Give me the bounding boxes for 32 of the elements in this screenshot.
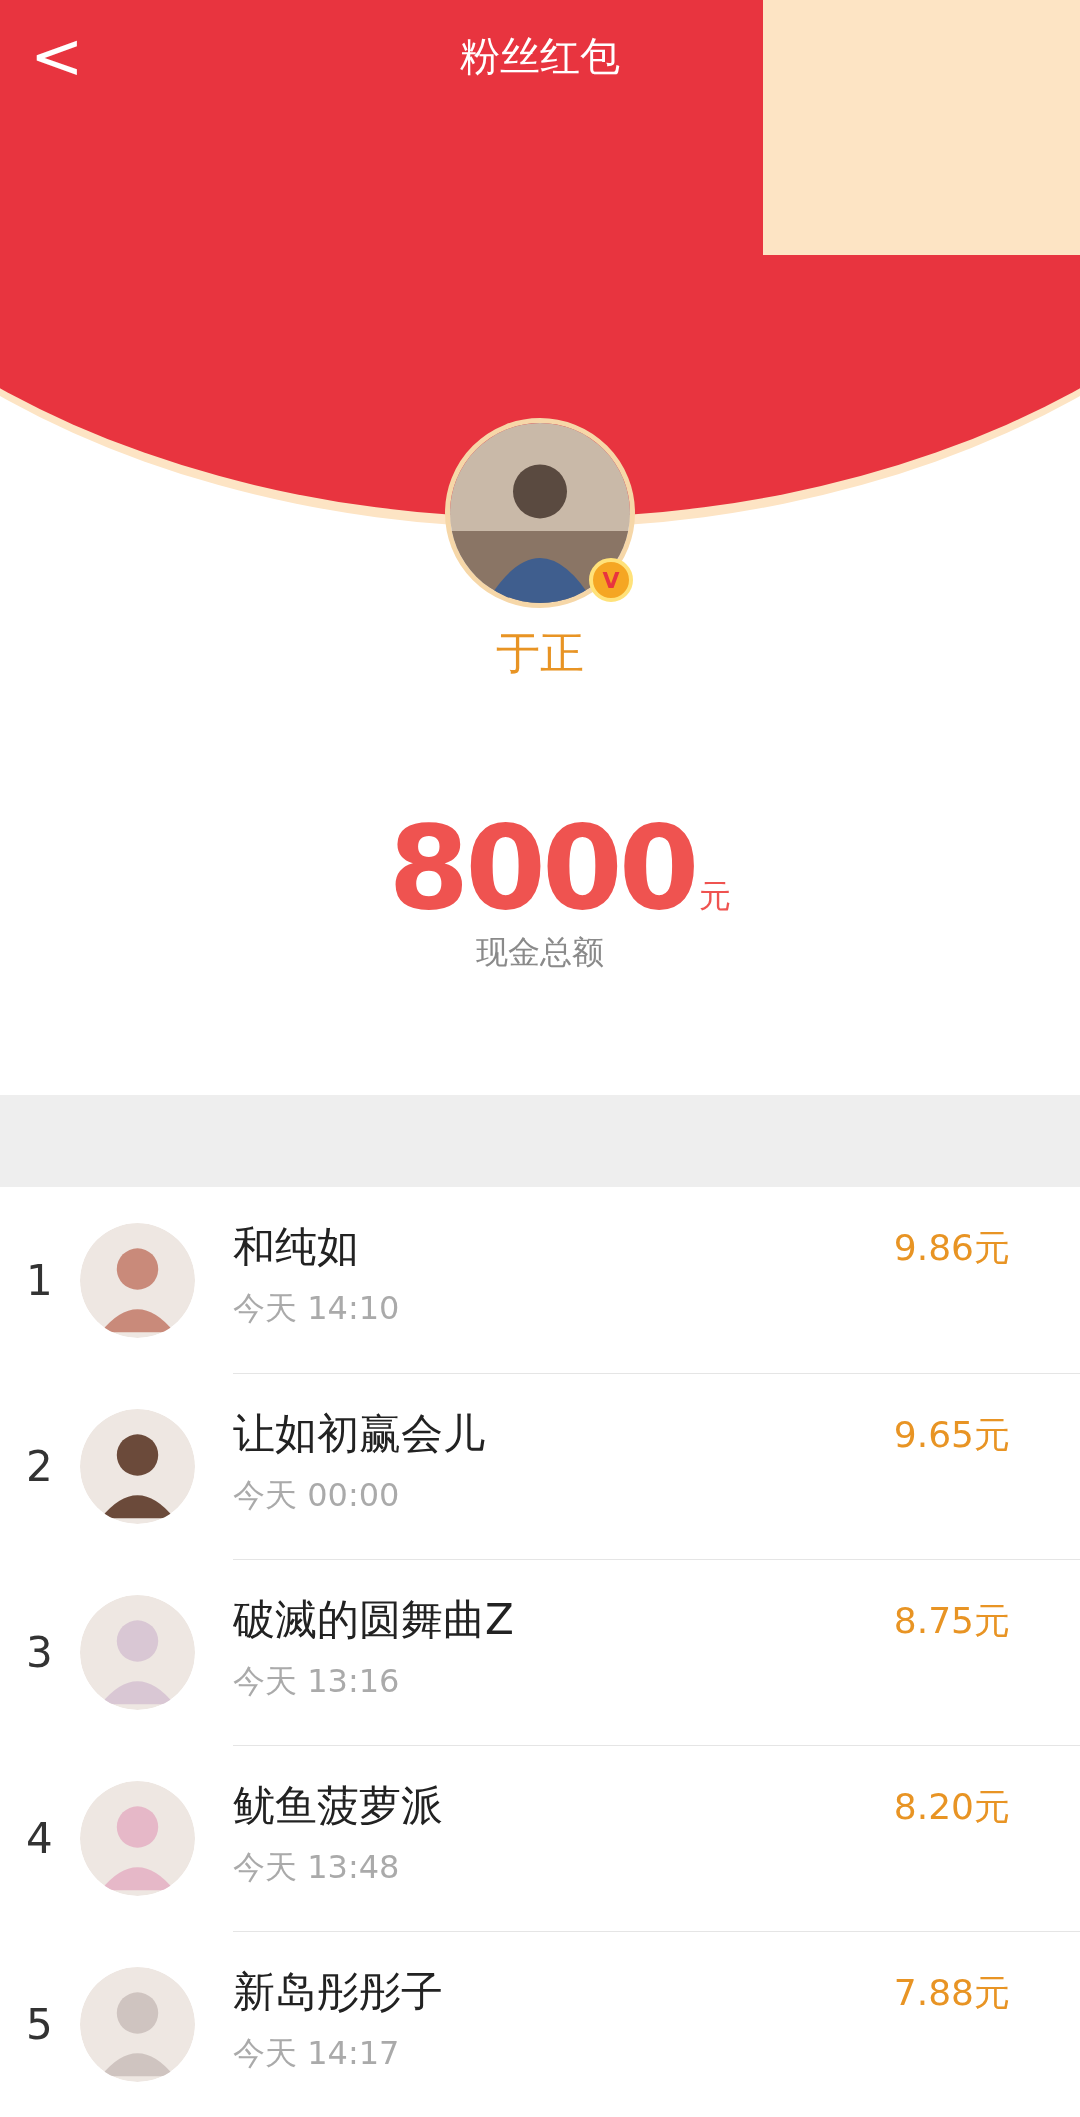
user-name: 让如初赢会儿: [233, 1408, 486, 1460]
amount-text: 7.88元: [893, 1971, 1010, 2015]
list-row[interactable]: 2 让如初赢会儿 今天 00:00 9.65元: [0, 1373, 1080, 1559]
rank-number: 5: [25, 1998, 54, 2051]
time-text: 今天 14:10: [233, 1287, 401, 1329]
page-title: 粉丝红包: [460, 32, 620, 81]
user-name: 和纯如: [233, 1221, 360, 1273]
amount-unit: 元: [699, 876, 732, 917]
rank-number: 2: [25, 1440, 54, 1493]
total-amount: 8000: [388, 810, 696, 926]
rank-number: 1: [25, 1254, 54, 1307]
time-text: 今天 00:00: [233, 1474, 401, 1516]
user-name: 新岛彤彤子: [233, 1966, 444, 2018]
verified-badge: V: [589, 558, 633, 602]
profile-name: 于正: [496, 626, 584, 680]
time-text: 今天 13:48: [233, 1846, 401, 1888]
total-label: 现金总额: [476, 932, 604, 973]
user-name: 破滅的圆舞曲Z: [233, 1594, 515, 1646]
amount-text: 8.75元: [893, 1599, 1010, 1643]
rank-number: 3: [25, 1626, 54, 1679]
rank-number: 4: [25, 1812, 54, 1865]
list-row[interactable]: 4 鱿鱼菠萝派 今天 13:48 8.20元: [0, 1745, 1080, 1931]
amount-text: 9.65元: [893, 1413, 1010, 1457]
user-name: 鱿鱼菠萝派: [233, 1780, 444, 1832]
list-row[interactable]: 5 新岛彤彤子 今天 14:17 7.88元: [0, 1931, 1080, 2117]
amount-text: 8.20元: [893, 1785, 1010, 1829]
amount-text: 9.86元: [893, 1226, 1010, 1270]
time-text: 今天 13:16: [233, 1660, 401, 1702]
back-button[interactable]: <: [30, 24, 84, 88]
list-row[interactable]: 1 和纯如 今天 14:10 9.86元: [0, 1187, 1080, 1373]
list-row[interactable]: 3 破滅的圆舞曲Z 今天 13:16 8.75元: [0, 1559, 1080, 1745]
time-text: 今天 14:17: [233, 2032, 401, 2074]
